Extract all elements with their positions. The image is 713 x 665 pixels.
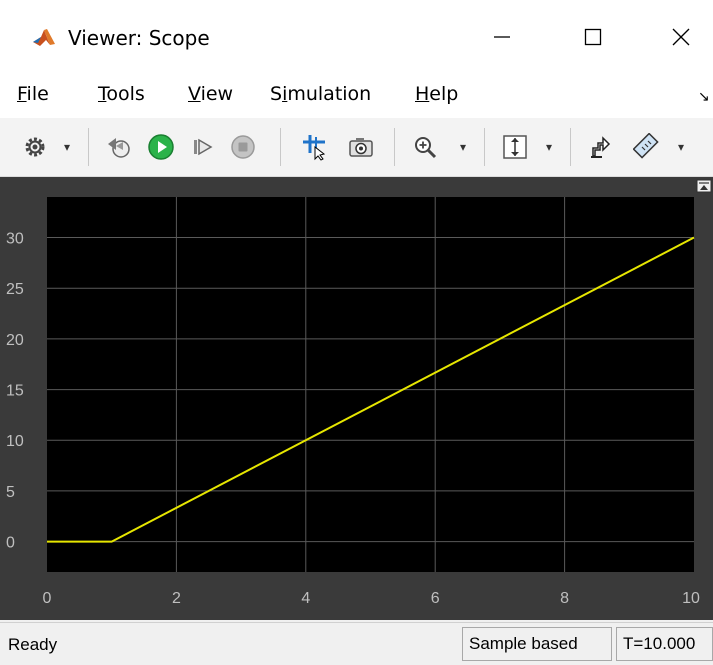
undock-icon[interactable] <box>696 179 712 193</box>
menu-file-label: ile <box>26 83 49 105</box>
y-tick-label: 10 <box>6 433 24 450</box>
measurements-button[interactable] <box>632 132 662 162</box>
settings-dropdown-icon[interactable]: ▾ <box>64 140 74 154</box>
toolbar-separator <box>570 128 571 166</box>
highlight-block-button[interactable] <box>586 132 616 162</box>
toolbar-separator <box>280 128 281 166</box>
menu-file-mnemonic: F <box>17 83 27 105</box>
scope-window: Viewer: Scope File Tools View Simulation… <box>0 0 713 665</box>
menu-help[interactable]: Help <box>415 83 458 105</box>
y-tick-label: 0 <box>6 535 15 552</box>
snapshot-button[interactable] <box>346 132 376 162</box>
cursor-measure-button[interactable] <box>300 132 330 162</box>
zoom-in-icon <box>415 137 437 159</box>
zoom-dropdown-icon[interactable]: ▾ <box>460 140 470 154</box>
y-tick-label: 20 <box>6 332 24 349</box>
highlight-block-icon <box>591 136 611 158</box>
sim-time-label: T=10.000 <box>623 634 696 653</box>
menu-simulation[interactable]: Simulation <box>270 83 371 105</box>
menu-tools-label: ools <box>106 83 145 105</box>
x-tick-label: 10 <box>682 590 700 607</box>
maximize-button[interactable] <box>565 12 621 62</box>
cursor-measure-icon <box>303 135 326 161</box>
status-text: Ready <box>8 635 58 654</box>
x-tick-label: 8 <box>560 590 569 607</box>
x-tick-label: 0 <box>43 590 52 607</box>
scope-plot[interactable]: 0 2 4 6 8 10 0 5 10 15 20 25 30 <box>0 177 713 620</box>
menu-simulation-prefix: S <box>270 83 283 105</box>
menu-tools[interactable]: Tools <box>98 83 145 105</box>
measurements-icon <box>633 133 659 159</box>
settings-button[interactable] <box>20 132 50 162</box>
x-tick-label: 6 <box>431 590 440 607</box>
menu-bar: File Tools View Simulation Help ↘ <box>0 74 713 118</box>
stop-icon <box>231 135 255 159</box>
menu-help-label: elp <box>429 83 459 105</box>
axes-background <box>47 197 694 572</box>
step-back-button[interactable] <box>104 132 134 162</box>
scope-display[interactable]: 0 2 4 6 8 10 0 5 10 15 20 25 30 <box>0 177 713 620</box>
x-tick-label: 4 <box>301 590 310 607</box>
step-forward-button[interactable] <box>188 132 218 162</box>
step-forward-icon <box>194 138 213 156</box>
zoom-button[interactable] <box>410 132 440 162</box>
toolbar: ▾ ▾ ▾ ▾ <box>0 118 713 177</box>
menu-view-mnemonic: V <box>188 83 201 105</box>
run-icon <box>148 134 174 160</box>
y-tick-label: 25 <box>6 281 24 298</box>
y-tick-label: 5 <box>6 484 15 501</box>
toolbar-separator <box>394 128 395 166</box>
window-title: Viewer: Scope <box>68 26 210 50</box>
snapshot-camera-icon <box>349 138 373 157</box>
sim-time-indicator: T=10.000 <box>616 627 713 661</box>
close-button[interactable] <box>653 12 709 62</box>
menu-file[interactable]: File <box>17 83 49 105</box>
menu-view-label: iew <box>200 83 234 105</box>
stop-button[interactable] <box>228 132 258 162</box>
sample-mode-indicator: Sample based <box>462 627 612 661</box>
measurements-dropdown-icon[interactable]: ▾ <box>678 140 688 154</box>
toolbar-separator <box>88 128 89 166</box>
y-tick-label: 30 <box>6 231 24 248</box>
status-bar: Ready Sample based T=10.000 <box>0 622 713 665</box>
x-tick-label: 2 <box>172 590 181 607</box>
menu-simulation-label: mulation <box>287 83 372 105</box>
minimize-button[interactable] <box>474 12 530 62</box>
close-icon <box>672 28 690 46</box>
minimize-icon <box>494 36 510 38</box>
sample-mode-label: Sample based <box>469 634 578 653</box>
autoscale-icon <box>503 135 527 159</box>
maximize-icon <box>584 28 602 46</box>
toolbar-separator <box>484 128 485 166</box>
matlab-logo-icon <box>32 26 56 50</box>
autoscale-button[interactable] <box>500 132 530 162</box>
menu-view[interactable]: View <box>188 83 233 105</box>
y-tick-label: 15 <box>6 383 24 400</box>
autoscale-dropdown-icon[interactable]: ▾ <box>546 140 556 154</box>
menu-help-mnemonic: H <box>415 83 430 105</box>
step-back-icon <box>108 138 130 158</box>
settings-gear-icon <box>25 137 45 157</box>
run-button[interactable] <box>146 132 176 162</box>
menu-overflow-icon[interactable]: ↘ <box>698 88 710 105</box>
title-bar[interactable]: Viewer: Scope <box>0 0 713 74</box>
